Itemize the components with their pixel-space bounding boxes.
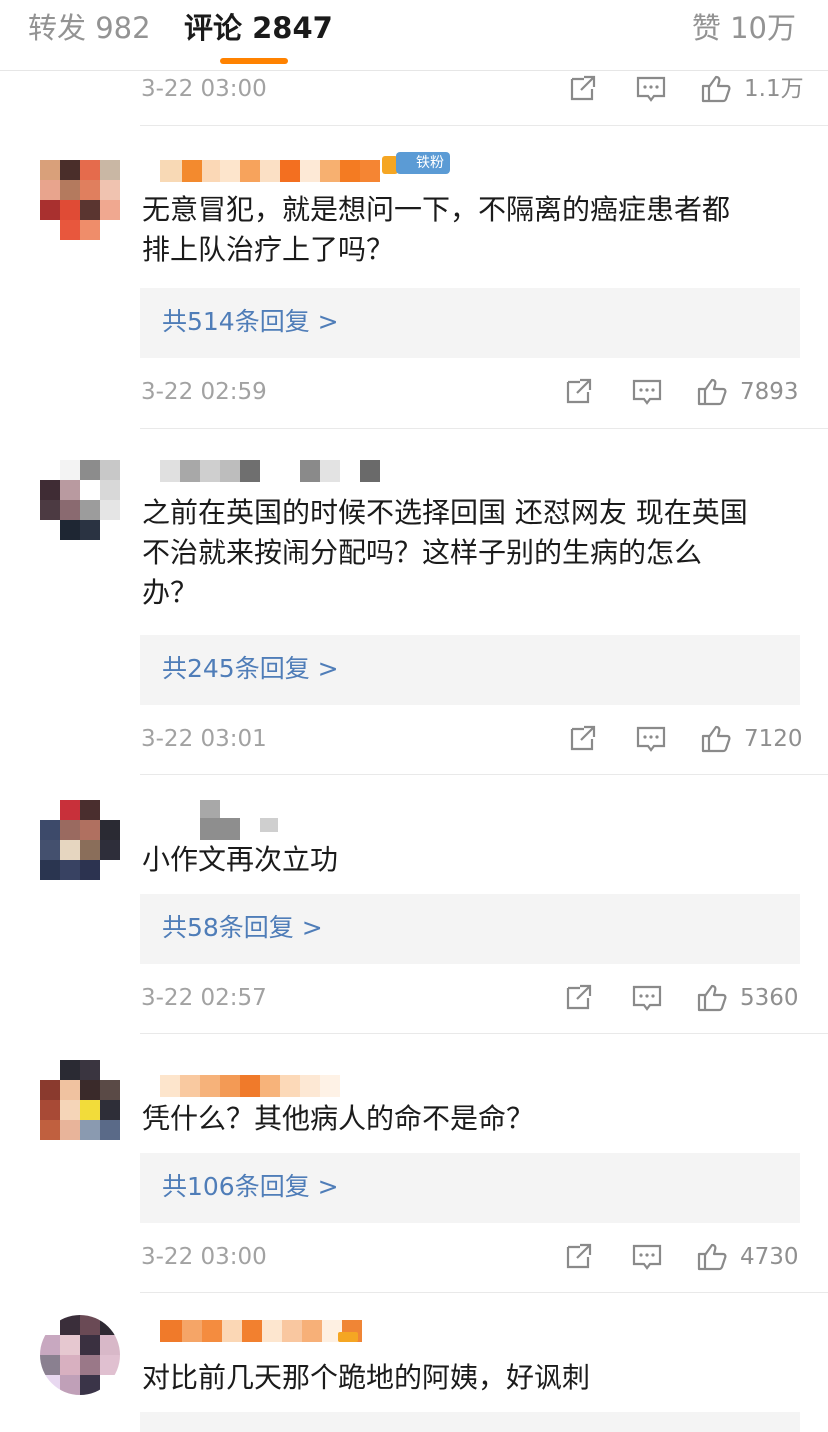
comment-tabs: 转发 982 评论 2847 赞 10万 (0, 0, 828, 71)
divider (140, 125, 828, 126)
reply-count-link[interactable]: 共245条回复 > (162, 652, 339, 686)
comment-text-line: 不治就来按闹分配吗？这样子别的生病的怎么 (142, 536, 703, 569)
thumb-up-icon[interactable] (696, 982, 730, 1014)
comment-text-line: 办？ (142, 576, 199, 609)
comment-time: 3-22 02:59 (141, 379, 267, 405)
share-icon[interactable] (566, 73, 600, 105)
like-count: 1.1万 (744, 76, 804, 102)
comment-text: 之前在英国的时候不选择回国 还怼网友 现在英国 不治就来按闹分配吗？这样子别的生… (142, 493, 802, 613)
comment-icon[interactable] (634, 723, 668, 755)
username[interactable] (160, 1075, 340, 1097)
thumb-up-icon[interactable] (696, 376, 730, 408)
avatar[interactable] (40, 1315, 120, 1395)
avatar[interactable] (40, 800, 120, 880)
reply-summary[interactable]: 共58条回复 > (140, 894, 800, 964)
reply-summary[interactable]: 共106条回复 > (140, 1153, 800, 1223)
comment-footer: 3-22 02:57 5360 (0, 981, 828, 1015)
avatar[interactable] (40, 160, 120, 240)
comment-text: 小作文再次立功 (142, 840, 802, 880)
like-count: 4730 (740, 1244, 799, 1270)
fan-badge: 铁粉 (396, 152, 450, 174)
comment-footer: 3-22 03:00 1.1万 (0, 72, 828, 106)
like-count: 5360 (740, 985, 799, 1011)
comment-icon[interactable] (630, 1241, 664, 1273)
comment-icon[interactable] (630, 982, 664, 1014)
username[interactable] (160, 1320, 362, 1342)
avatar[interactable] (40, 1060, 120, 1140)
comment-time: 3-22 03:00 (141, 1244, 267, 1270)
tab-repost[interactable]: 转发 982 (28, 10, 151, 46)
comment-text-line: 小作文再次立功 (142, 843, 339, 876)
comment-text: 无意冒犯，就是想问一下，不隔离的癌症患者都 排上队治疗上了吗？ (142, 190, 802, 270)
comment-time: 3-22 03:00 (141, 76, 267, 102)
thumb-up-icon[interactable] (700, 73, 734, 105)
comment-footer: 3-22 03:01 7120 (0, 722, 828, 756)
comment-time: 3-22 02:57 (141, 985, 267, 1011)
username-block (200, 818, 240, 840)
divider (140, 774, 828, 775)
like-count: 7120 (744, 726, 803, 752)
comment-text-line: 排上队治疗上了吗？ (142, 233, 395, 266)
comment-text-line: 无意冒犯，就是想问一下，不隔离的癌症患者都 (142, 193, 731, 226)
username[interactable] (160, 160, 380, 182)
divider (140, 1033, 828, 1034)
comment-text-line: 凭什么？其他病人的命不是命？ (142, 1102, 535, 1135)
tab-comments[interactable]: 评论 2847 (184, 10, 333, 46)
comment-footer: 3-22 03:00 4730 (0, 1240, 828, 1274)
reply-summary[interactable]: 共245条回复 > (140, 635, 800, 705)
fan-badge-icon (338, 1332, 358, 1342)
comment-icon[interactable] (634, 73, 668, 105)
comment-text-line: 之前在英国的时候不选择回国 还怼网友 现在英国 (142, 496, 748, 529)
tab-likes[interactable]: 赞 10万 (692, 10, 796, 46)
comment-text-line: 对比前几天那个跪地的阿姨，好讽刺 (142, 1361, 591, 1394)
comment-footer: 3-22 02:59 7893 (0, 375, 828, 409)
thumb-up-icon[interactable] (700, 723, 734, 755)
share-icon[interactable] (562, 982, 596, 1014)
username-block (260, 818, 278, 832)
active-tab-indicator (220, 58, 288, 64)
reply-count-link[interactable]: 共106条回复 > (162, 1170, 339, 1204)
reply-summary[interactable]: 共514条回复 > (140, 288, 800, 358)
share-icon[interactable] (562, 376, 596, 408)
thumb-up-icon[interactable] (696, 1241, 730, 1273)
reply-count-link[interactable]: 共58条回复 > (162, 911, 323, 945)
divider (140, 428, 828, 429)
reply-count-link[interactable]: 共514条回复 > (162, 305, 339, 339)
comment-icon[interactable] (630, 376, 664, 408)
username[interactable] (160, 460, 380, 482)
share-icon[interactable] (562, 1241, 596, 1273)
like-count: 7893 (740, 379, 799, 405)
comment-time: 3-22 03:01 (141, 726, 267, 752)
reply-summary[interactable] (140, 1412, 800, 1432)
avatar[interactable] (40, 460, 120, 540)
divider (140, 1292, 828, 1293)
comment-text: 凭什么？其他病人的命不是命？ (142, 1099, 802, 1139)
share-icon[interactable] (566, 723, 600, 755)
comment-text: 对比前几天那个跪地的阿姨，好讽刺 (142, 1358, 802, 1398)
